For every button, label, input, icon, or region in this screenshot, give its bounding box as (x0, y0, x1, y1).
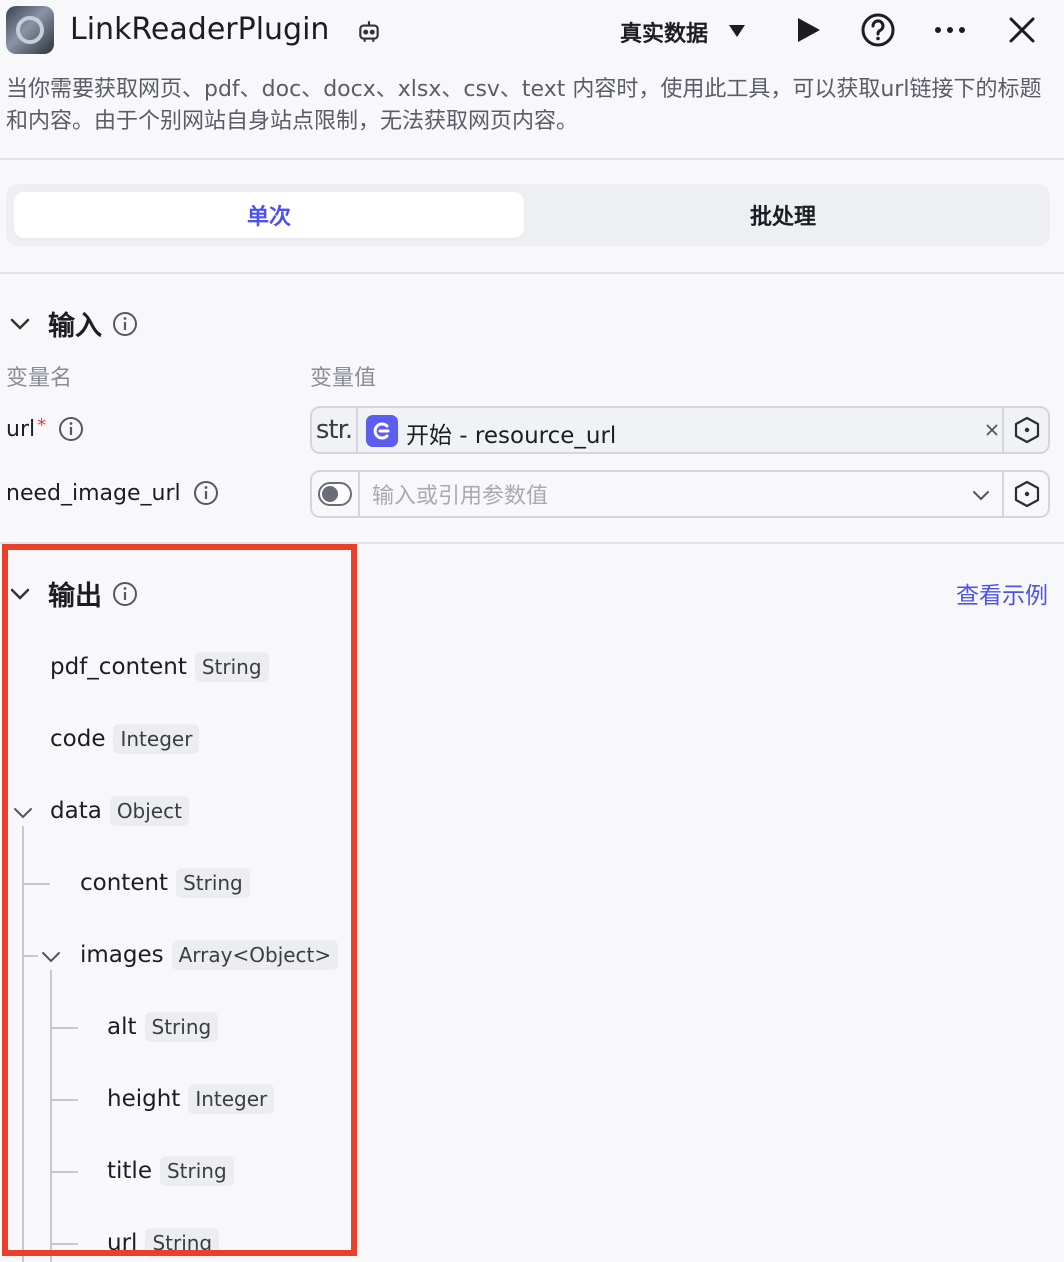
clear-icon[interactable] (982, 420, 1002, 440)
play-icon[interactable] (790, 12, 826, 48)
param-url-label: url (6, 416, 36, 442)
caret-down-icon[interactable] (728, 24, 746, 38)
divider (0, 272, 1064, 274)
view-example-link[interactable]: 查看示例 (956, 576, 1048, 610)
reference-value: 开始 - resource_url (406, 423, 617, 449)
chevron-down-icon[interactable] (970, 484, 992, 506)
variable-reference-icon[interactable] (1012, 415, 1042, 445)
plugin-logo-icon (6, 6, 54, 54)
need-image-url-value-field[interactable]: 输入或引用参数值 (310, 470, 1050, 518)
plugin-description: 当你需要获取网页、pdf、doc、docx、xlsx、csv、text 内容时，… (6, 77, 1042, 134)
run-mode-tabs: 单次 批处理 (6, 184, 1050, 246)
required-mark: * (37, 414, 47, 436)
header: LinkReaderPlugin 真实数据 (0, 0, 1064, 62)
close-icon[interactable] (1004, 12, 1040, 48)
column-header-name: 变量名 (6, 366, 73, 391)
plugin-title: LinkReaderPlugin (70, 12, 330, 47)
help-icon[interactable] (860, 12, 896, 48)
divider (1002, 472, 1004, 516)
param-value-input[interactable]: 输入或引用参数值 (358, 472, 998, 516)
more-icon[interactable] (932, 12, 968, 48)
info-icon[interactable] (112, 311, 138, 337)
type-prefix: str. (312, 408, 358, 452)
divider (1002, 408, 1004, 452)
tab-batch[interactable]: 批处理 (528, 192, 1038, 238)
param-need-image-url: need_image_url (6, 480, 219, 506)
robot-icon[interactable] (356, 18, 382, 44)
url-value-field[interactable]: str. 开始 - resource_url (310, 406, 1050, 454)
info-icon[interactable] (193, 480, 219, 506)
boolean-toggle[interactable] (318, 482, 352, 506)
input-section-header[interactable]: 输入 (8, 304, 138, 343)
data-mode-select[interactable]: 真实数据 (620, 16, 708, 48)
column-header-value: 变量值 (310, 366, 377, 391)
variable-reference-icon[interactable] (1012, 479, 1042, 509)
highlight-annotation-box (2, 544, 357, 1256)
param-need-image-url-label: need_image_url (6, 480, 181, 506)
start-node-icon (366, 415, 398, 447)
tab-single[interactable]: 单次 (14, 192, 524, 238)
param-url: url * (6, 414, 84, 442)
chevron-down-icon[interactable] (8, 312, 32, 336)
divider (0, 158, 1064, 160)
input-section-title: 输入 (48, 311, 102, 342)
info-icon[interactable] (58, 416, 84, 442)
